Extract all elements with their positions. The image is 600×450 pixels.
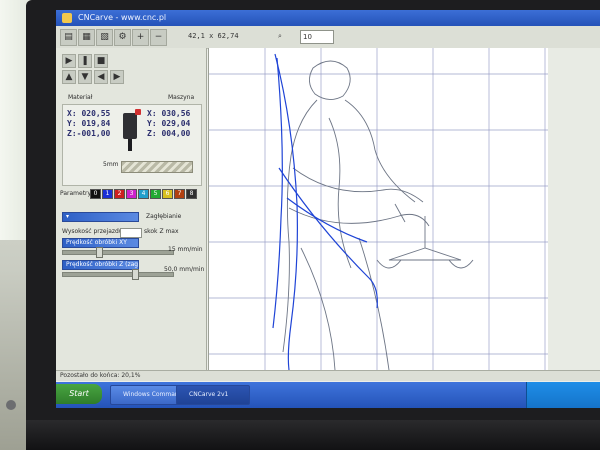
zoom-icon: ⌕ [278, 32, 282, 40]
material-x: X: 020,55 [67, 109, 111, 118]
feed-slider-thumb[interactable] [96, 247, 103, 258]
arrow-up-icon[interactable]: ▲ [62, 70, 76, 84]
zoom-input[interactable]: 10 [300, 30, 334, 44]
spindle-icon [123, 113, 137, 139]
color-swatch[interactable]: 1 [102, 189, 113, 199]
spindle-indicator-icon [135, 109, 141, 115]
monitor-screen: CNCarve - www.cnc.pl ▤ ▦ ▧ ⚙ + − 42,1 x … [56, 10, 600, 408]
play-icon[interactable]: ▶ [62, 54, 76, 68]
power-led [6, 400, 16, 410]
stop-icon[interactable]: ■ [94, 54, 108, 68]
plunge-slider-thumb[interactable] [132, 269, 139, 280]
open-file-button[interactable]: ▤ [60, 29, 77, 46]
print-button[interactable]: ▧ [96, 29, 113, 46]
lift-label: Wysokość przejazdu [62, 228, 123, 235]
machine-label: Maszyna [168, 94, 195, 101]
color-swatch[interactable]: 7 [174, 189, 185, 199]
pause-icon[interactable]: ❚ [78, 54, 92, 68]
tool-bit-icon [128, 139, 132, 151]
params-label: Parametry [60, 190, 92, 197]
machine-visualization: X: 020,55 Y: 019,84 Z:-001,00 X: 030,56 … [62, 104, 202, 186]
title-bar: CNCarve - www.cnc.pl [56, 10, 600, 26]
system-tray [526, 382, 600, 408]
color-swatch[interactable]: 8 [186, 189, 197, 199]
machine-z: Z: 004,00 [147, 129, 191, 138]
color-swatch[interactable]: 2 [114, 189, 125, 199]
task-windows-commander[interactable]: Windows Commander [110, 385, 184, 405]
lift-input[interactable] [120, 228, 142, 238]
color-swatch[interactable]: 3 [126, 189, 137, 199]
plunge-label: Prędkość obróbki Z (zagłębianie) [62, 260, 139, 270]
color-swatch[interactable]: 6 [162, 189, 173, 199]
zoom-in-button[interactable]: + [132, 29, 149, 46]
settings-button[interactable]: ⚙ [114, 29, 131, 46]
right-margin [548, 48, 600, 370]
plunge-slider[interactable] [62, 272, 174, 277]
taskbar: Start Windows Commander CNCarve 2v1 [56, 382, 600, 408]
status-bar: Pozostało do końca: 20,1% [56, 370, 600, 381]
arrow-left-icon[interactable]: ◀ [94, 70, 108, 84]
arrow-right-icon[interactable]: ▶ [110, 70, 124, 84]
plunge-value: 50,0 mm/min [164, 266, 205, 273]
save-file-button[interactable]: ▦ [78, 29, 95, 46]
feed-slider[interactable] [62, 250, 174, 255]
monitor-bezel-bottom [26, 420, 600, 450]
material-bed [121, 161, 193, 173]
tool-size: 5mm [103, 161, 119, 168]
start-button[interactable]: Start [56, 384, 102, 404]
color-swatch[interactable]: 5 [150, 189, 161, 199]
color-swatch[interactable]: 0 [90, 189, 101, 199]
control-panel: ▶ ❚ ■ ▲ ▼ ◀ ▶ Materiał Maszyna X: 020,55… [56, 48, 207, 378]
machine-y: Y: 029,04 [147, 119, 191, 128]
color-palette: 012345678 [90, 189, 200, 199]
material-y: Y: 019,84 [67, 119, 111, 128]
coordinate-readout: 42,1 x 62,74 [188, 32, 239, 40]
sword-toolpath [272, 53, 378, 371]
toolbar: ▤ ▦ ▧ ⚙ + − 42,1 x 62,74 ⌕ 10 [56, 26, 600, 49]
engrave-label: Zagłębianie [146, 213, 182, 220]
task-cncarve[interactable]: CNCarve 2v1 [176, 385, 250, 405]
zoom-out-button[interactable]: − [150, 29, 167, 46]
window-title: CNCarve - www.cnc.pl [78, 13, 167, 22]
toolpath-drawing [209, 48, 549, 371]
depth-label: skok Z max [144, 228, 179, 235]
mode-select[interactable]: ▾ [62, 212, 139, 222]
grid-lines [209, 48, 549, 370]
drawing-canvas[interactable] [208, 48, 549, 371]
machine-x: X: 030,56 [147, 109, 191, 118]
arrow-down-icon[interactable]: ▼ [78, 70, 92, 84]
app-icon [62, 13, 72, 23]
color-swatch[interactable]: 4 [138, 189, 149, 199]
material-label: Materiał [68, 94, 93, 101]
feed-value: 15 mm/min [168, 246, 203, 253]
material-z: Z:-001,00 [67, 129, 111, 138]
